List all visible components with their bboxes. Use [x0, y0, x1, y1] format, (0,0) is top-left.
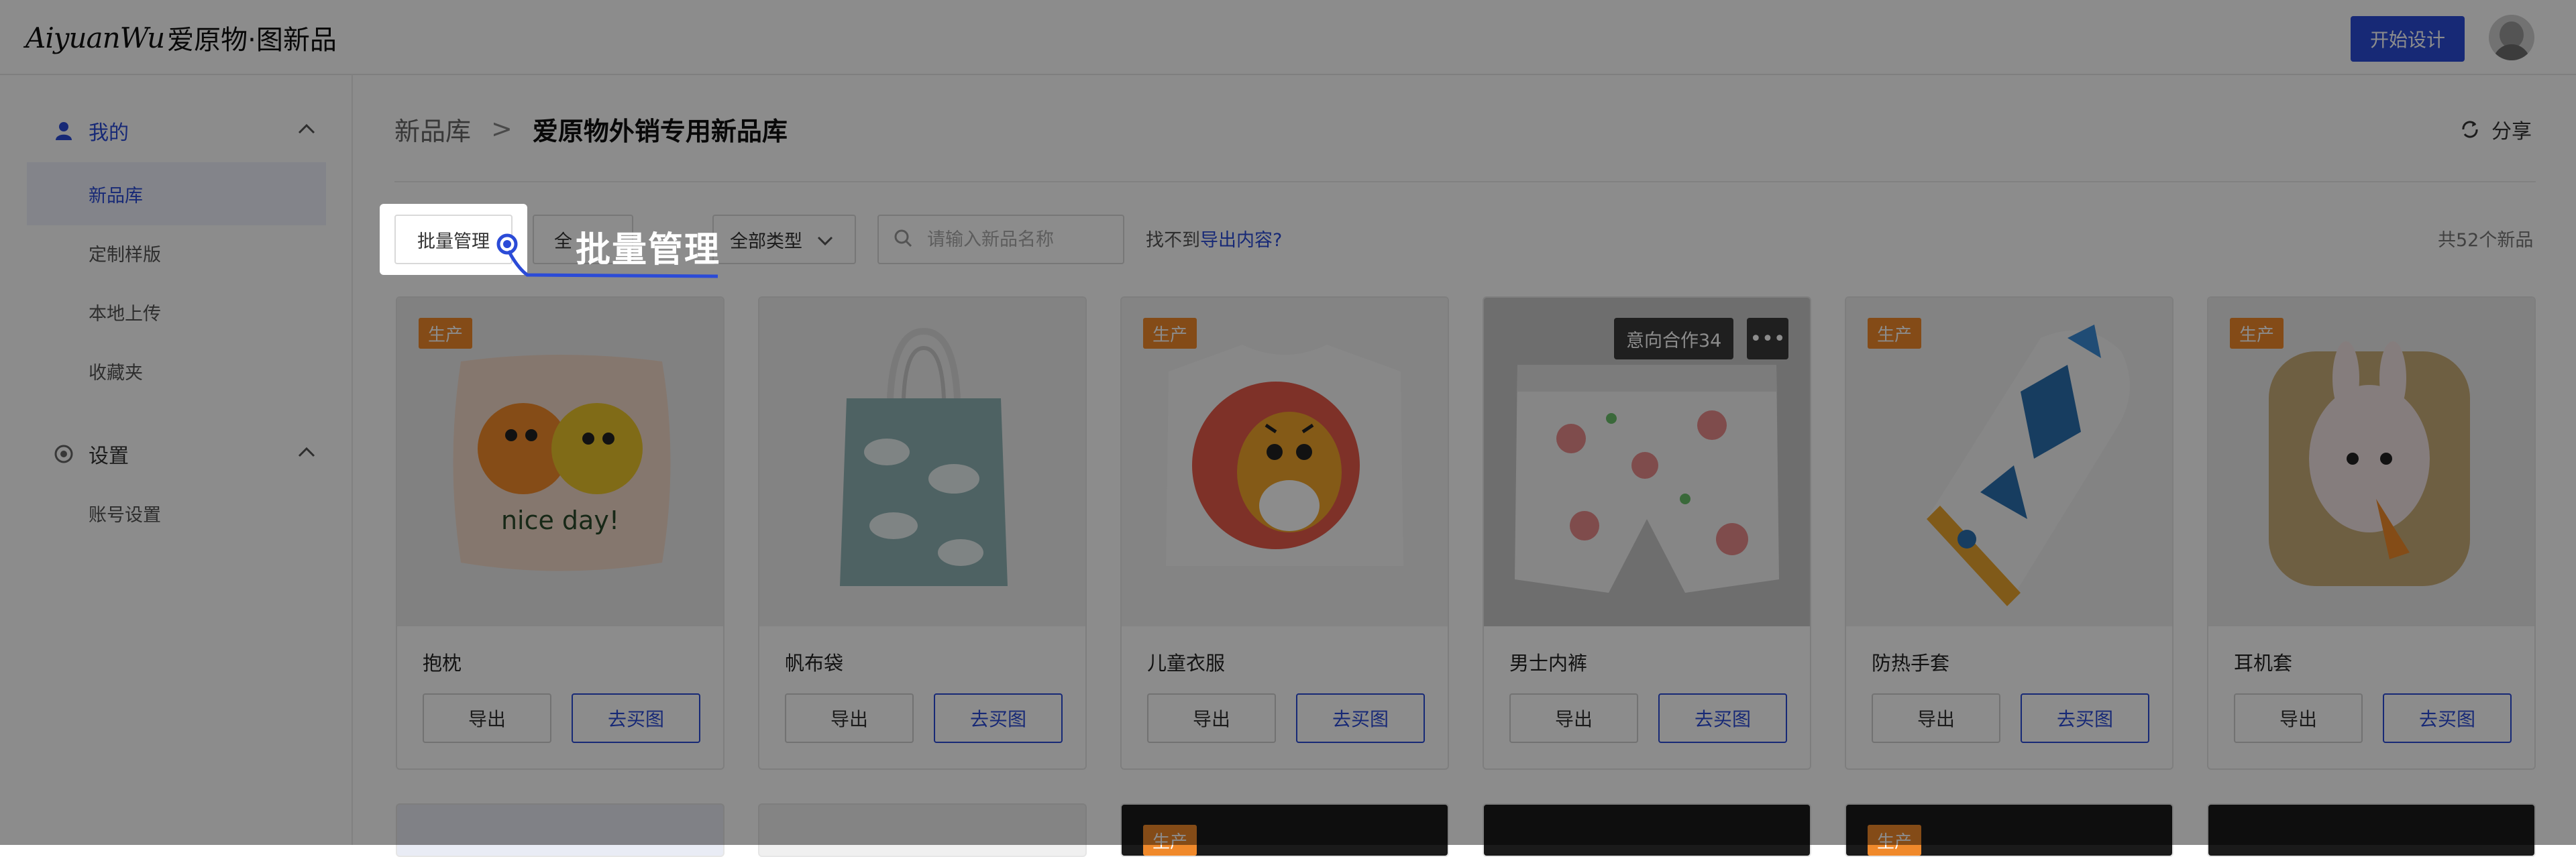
tour-tooltip-label: 批量管理: [576, 230, 721, 270]
tour-pointer: [496, 233, 718, 278]
